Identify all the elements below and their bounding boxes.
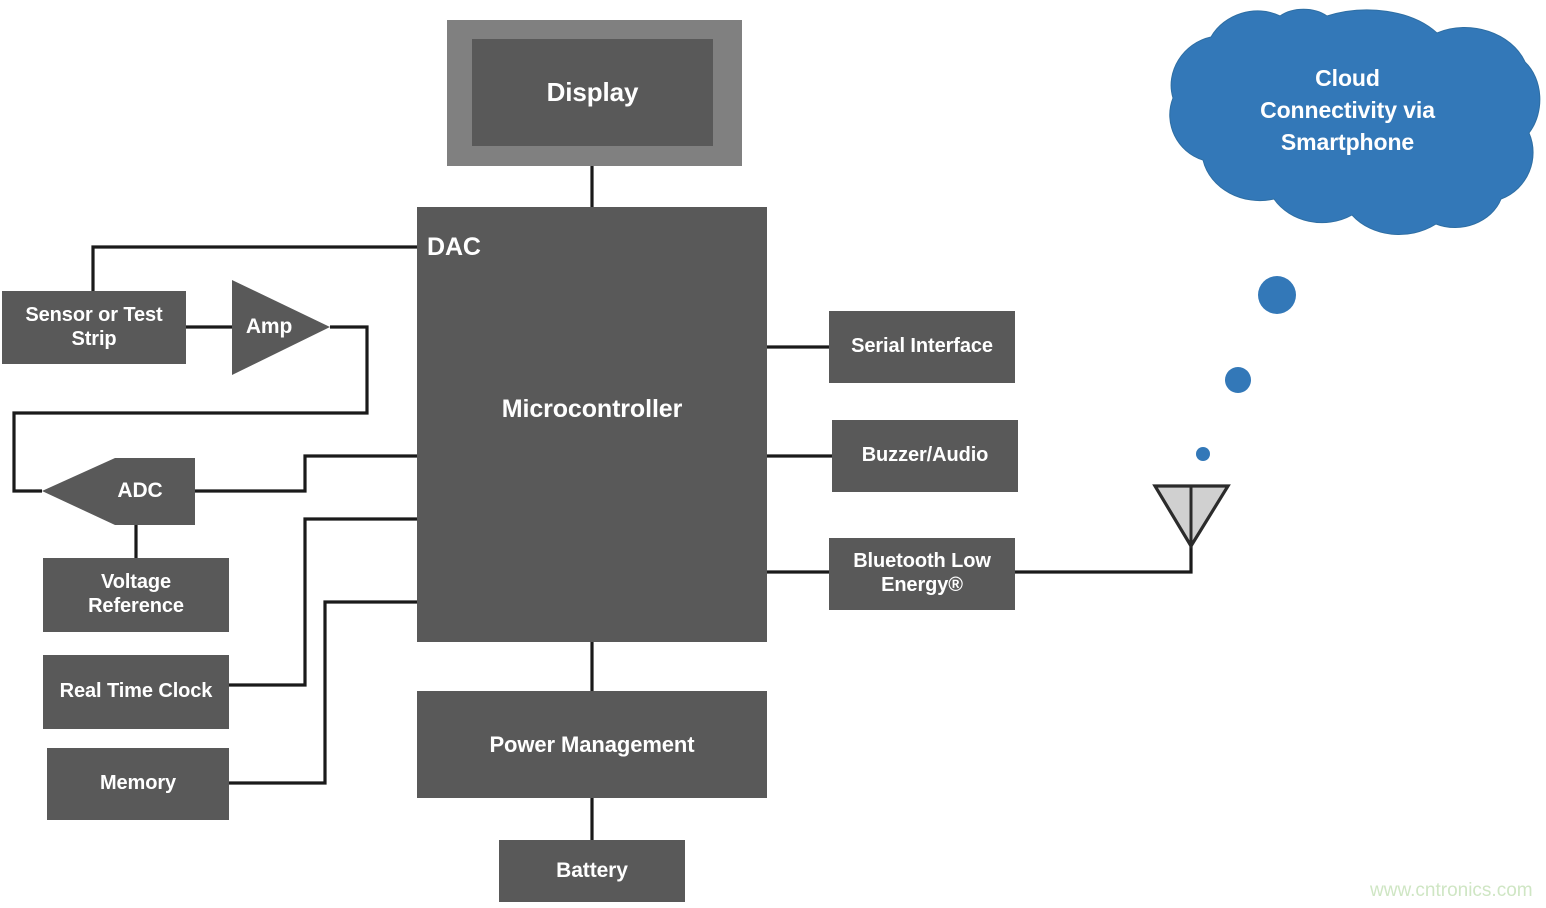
buzzer-audio-box [832,420,1018,492]
amp-triangle [232,280,330,375]
signal-dot-medium [1225,367,1251,393]
voltage-reference-box [43,558,229,632]
cloud-shape [1169,8,1541,236]
watermark: www.cntronics.com [1370,880,1533,901]
signal-dot-large [1258,276,1296,314]
sensor-box [2,291,186,364]
diagram-canvas: Display DAC Microcontroller Sensor or Te… [0,0,1546,908]
display-screen [472,39,713,146]
diagram-shapes [2,8,1541,902]
serial-interface-box [829,311,1015,383]
adc-arrow [42,458,195,525]
antenna-icon [1152,484,1231,550]
bluetooth-box [829,538,1015,610]
power-management-box [417,691,767,798]
battery-box [499,840,685,902]
signal-dot-small [1196,447,1210,461]
memory-box [47,748,229,820]
microcontroller-box [417,207,767,642]
real-time-clock-box [43,655,229,729]
